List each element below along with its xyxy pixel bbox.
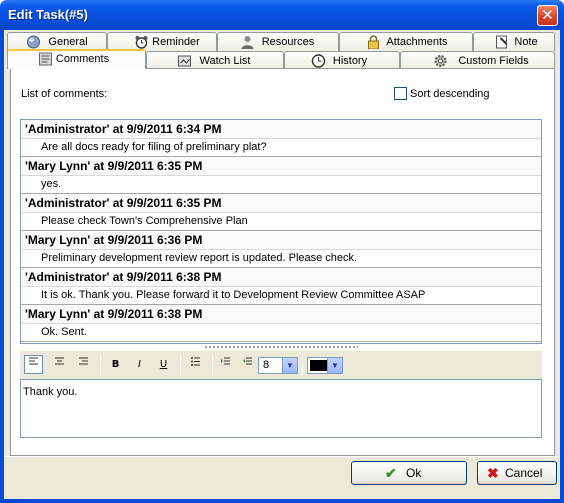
checkmark-icon: ✔	[385, 465, 397, 481]
tab-custom-fields-label: Custom Fields	[458, 55, 529, 67]
tab-resources-label: Resources	[261, 36, 315, 48]
font-size-value: 8	[263, 359, 270, 371]
format-toolbar: B I U 8 ▼ ▼	[20, 351, 542, 379]
italic-button[interactable]: I	[130, 355, 149, 374]
text-color-picker[interactable]: ▼	[307, 357, 343, 374]
comment-text: Please check Town's Comprehensive Plan	[21, 213, 541, 231]
toolbar-separator	[100, 355, 101, 375]
tab-attachments-label: Attachments	[386, 36, 448, 48]
underline-button[interactable]: U	[154, 355, 173, 374]
color-swatch	[310, 360, 328, 371]
ok-button[interactable]: ✔ Ok	[351, 461, 467, 485]
toolbar-separator	[302, 355, 303, 375]
comment-author-line: 'Administrator' at 9/9/2011 6:38 PM	[21, 268, 541, 287]
tab-attachments[interactable]: Attachments	[339, 32, 473, 51]
comment-author-line: 'Mary Lynn' at 9/9/2011 6:35 PM	[21, 157, 541, 176]
tab-watch-list-label: Watch List	[199, 55, 251, 67]
align-right-icon	[79, 357, 88, 365]
align-center-button[interactable]	[50, 355, 69, 374]
tab-comments[interactable]: Comments	[7, 49, 146, 69]
align-left-button[interactable]	[24, 355, 43, 374]
tab-note[interactable]: Note	[473, 32, 555, 51]
tab-history-label: History	[332, 55, 368, 67]
comment-input[interactable]: Thank you.	[20, 379, 542, 438]
comment-text: Ok. Sent.	[21, 324, 541, 342]
window-title: Edit Task(#5)	[8, 7, 88, 22]
chevron-down-icon[interactable]: ▼	[282, 358, 297, 373]
decrease-indent-button[interactable]	[238, 355, 257, 374]
splitter-handle[interactable]	[204, 345, 358, 349]
comments-list[interactable]: 'Administrator' at 9/9/2011 6:34 PM Are …	[20, 119, 542, 344]
toolbar-separator	[180, 355, 181, 375]
comment-author-line: 'Mary Lynn' at 9/9/2011 6:36 PM	[21, 231, 541, 250]
tab-comments-label: Comments	[55, 53, 110, 65]
comment-author-line: 'Administrator' at 9/9/2011 6:35 PM	[21, 194, 541, 213]
increase-indent-button[interactable]	[216, 355, 235, 374]
comment-text: Preliminary development review report is…	[21, 250, 541, 268]
align-center-icon	[55, 357, 64, 365]
comment-text: It is ok. Thank you. Please forward it t…	[21, 287, 541, 305]
edit-task-window: Edit Task(#5) ✕ General Reminder Resourc…	[0, 0, 564, 503]
comment-text: Are all docs ready for filing of prelimi…	[21, 139, 541, 157]
font-size-select[interactable]: 8 ▼	[258, 357, 298, 374]
bold-button[interactable]: B	[106, 355, 125, 374]
comment-text: yes.	[21, 176, 541, 194]
indent-icon	[221, 357, 230, 365]
align-right-button[interactable]	[74, 355, 93, 374]
toolbar-separator	[212, 355, 213, 375]
chevron-down-icon[interactable]: ▼	[327, 358, 342, 373]
bullet-list-icon	[191, 357, 200, 366]
align-left-icon	[29, 357, 38, 365]
cancel-button[interactable]: ✖ Cancel	[477, 461, 557, 485]
tab-resources[interactable]: Resources	[217, 32, 339, 51]
dialog-body: General Reminder Resources Attachments N…	[4, 30, 560, 499]
close-button[interactable]: ✕	[537, 5, 558, 26]
tab-general-label: General	[48, 36, 88, 48]
sort-descending-checkbox[interactable]	[394, 87, 407, 100]
cancel-button-label: Cancel	[505, 466, 543, 480]
tab-reminder-label: Reminder	[152, 36, 200, 48]
ok-button-label: Ok	[406, 466, 422, 480]
bullet-list-button[interactable]	[186, 355, 205, 374]
comment-author-line: 'Mary Lynn' at 9/9/2011 6:38 PM	[21, 305, 541, 324]
sort-descending-label[interactable]: Sort descending	[410, 88, 490, 100]
title-bar[interactable]: Edit Task(#5) ✕	[0, 0, 564, 30]
comment-author-line: 'Administrator' at 9/9/2011 6:34 PM	[21, 120, 541, 139]
outdent-icon	[243, 357, 252, 365]
footer-divider	[4, 456, 560, 457]
list-of-comments-label: List of comments:	[21, 88, 108, 100]
x-icon: ✖	[487, 465, 499, 481]
tab-note-label: Note	[514, 36, 538, 48]
